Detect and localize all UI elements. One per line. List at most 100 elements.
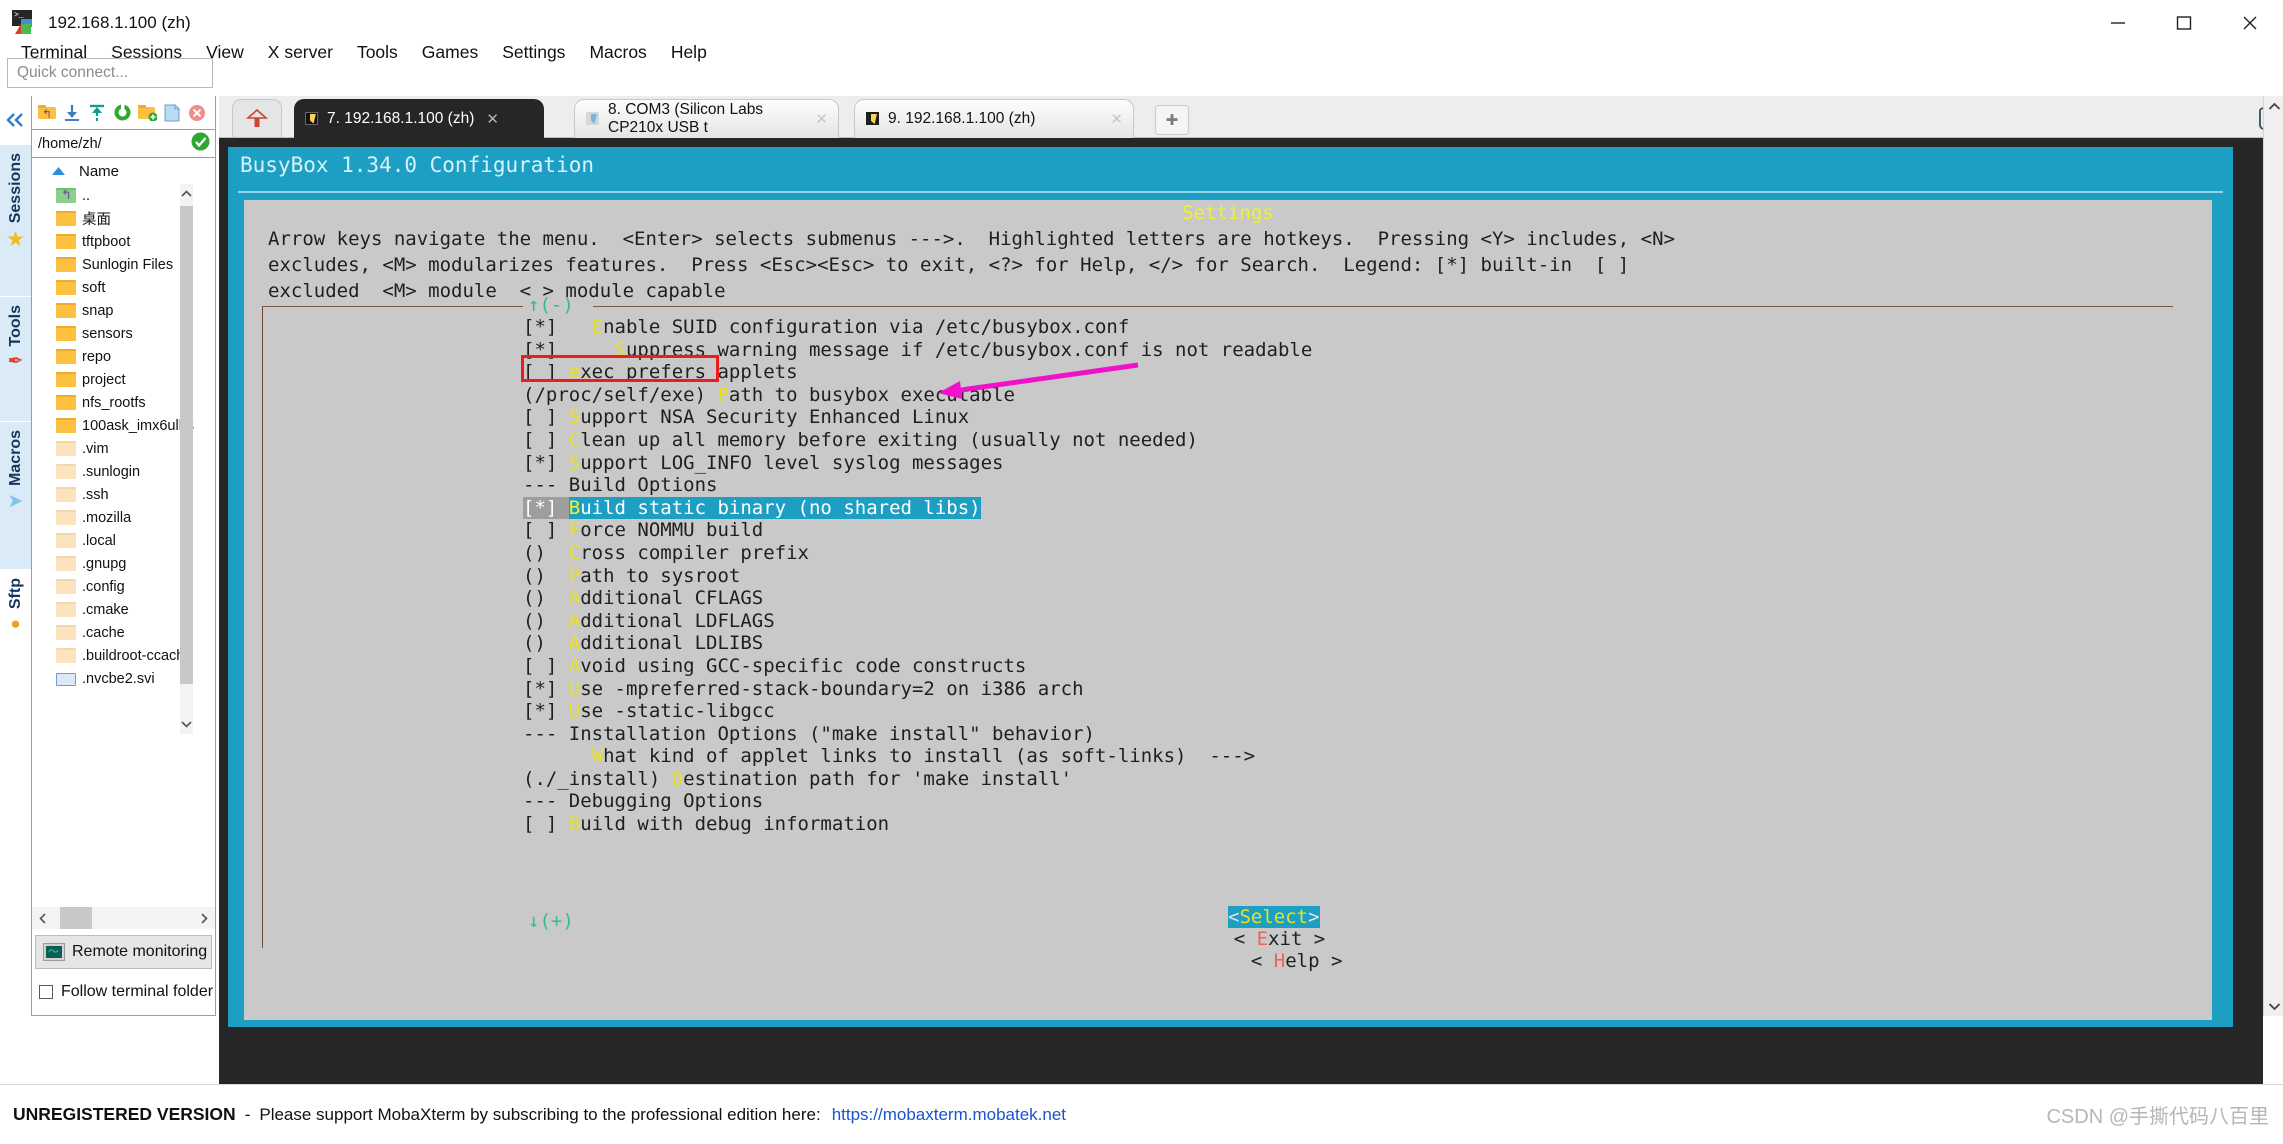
list-item[interactable]: .. <box>32 184 194 207</box>
file-name: repo <box>82 349 111 365</box>
tab-session-8[interactable]: 8. COM3 (Silicon Labs CP210x USB t ✕ <box>574 99 839 138</box>
menu-row: [*] Support LOG_INFO level syslog messag… <box>263 452 2172 475</box>
file-name: .buildroot-ccache <box>82 648 192 664</box>
menu-help[interactable]: Help <box>660 39 718 66</box>
list-item[interactable]: .gnupg <box>32 552 194 575</box>
list-item[interactable]: tftpboot <box>32 230 194 253</box>
sftp-path-value: /home/zh/ <box>38 136 102 152</box>
sftp-path-bar[interactable]: /home/zh/ <box>32 130 215 158</box>
menu-bar: Terminal Sessions View X server Tools Ga… <box>0 34 2283 70</box>
help-button[interactable]: < Help > <box>1251 950 1343 972</box>
file-name: .cache <box>82 625 125 641</box>
terminal-bottom-strip <box>219 1066 2263 1084</box>
tab-session-7[interactable]: 7. 192.168.1.100 (zh) ✕ <box>294 99 544 138</box>
menu-row: () Additional LDFLAGS <box>263 610 2172 633</box>
refresh-icon[interactable] <box>111 102 133 124</box>
folder-icon <box>56 211 76 226</box>
list-item[interactable]: 100ask_imx6ull-sdk <box>32 414 194 437</box>
file-name: tftpboot <box>82 234 130 250</box>
list-item[interactable]: .vim <box>32 437 194 460</box>
delete-icon[interactable] <box>186 102 208 124</box>
rail-group-sessions[interactable]: Sessions ★ <box>0 144 31 296</box>
star-icon: ★ <box>6 229 25 250</box>
menu-games[interactable]: Games <box>411 39 489 66</box>
footer-message: Please support MobaXterm by subscribing … <box>259 1105 820 1125</box>
sftp-file-list[interactable]: .. 桌面 tftpboot Sunlogin Files soft snap … <box>32 184 194 734</box>
menu-macros[interactable]: Macros <box>578 39 657 66</box>
list-item[interactable]: .mozilla <box>32 506 194 529</box>
scroll-up-icon[interactable] <box>180 184 193 204</box>
terminal-view[interactable]: BusyBox 1.34.0 Configuration Settings Ar… <box>219 138 2263 1066</box>
upload-icon[interactable] <box>86 102 108 124</box>
list-item[interactable]: project <box>32 368 194 391</box>
list-item[interactable]: soft <box>32 276 194 299</box>
menu-row: [ ] Build with debug information <box>263 813 2172 836</box>
scroll-down-icon[interactable] <box>180 714 193 734</box>
sftp-vertical-scrollbar[interactable] <box>180 184 193 734</box>
rail-group-macros[interactable]: Macros ➤ <box>0 421 31 569</box>
hscroll-thumb[interactable] <box>60 907 92 929</box>
parent-folder-icon[interactable]: ↰ <box>36 102 58 124</box>
file-name: soft <box>82 280 105 296</box>
select-button[interactable]: <Select> <box>1228 906 1320 928</box>
list-item[interactable]: repo <box>32 345 194 368</box>
new-folder-icon[interactable] <box>136 102 158 124</box>
terminal-scroll-down-icon[interactable] <box>2264 996 2283 1016</box>
folder-icon <box>56 326 76 341</box>
list-item[interactable]: .local <box>32 529 194 552</box>
watermark-label: CSDN @手撕代码八百里 <box>2046 1100 2269 1129</box>
tab-label: 9. 192.168.1.100 (zh) <box>888 110 1035 128</box>
mobaxterm-link[interactable]: https://mobaxterm.mobatek.net <box>832 1105 1066 1125</box>
terminal-icon <box>865 111 881 127</box>
menu-tools[interactable]: Tools <box>346 39 409 66</box>
new-tab-button[interactable]: ✚ <box>1155 105 1189 135</box>
collapse-sidebar-button[interactable] <box>0 96 31 144</box>
tab-session-9[interactable]: 9. 192.168.1.100 (zh) ✕ <box>854 99 1134 138</box>
monitor-icon <box>43 943 65 961</box>
sftp-horizontal-scrollbar[interactable] <box>32 907 215 929</box>
follow-terminal-folder-checkbox[interactable] <box>39 985 53 999</box>
remote-monitoring-button[interactable]: Remote monitoring <box>35 935 212 969</box>
folder-icon <box>56 257 76 272</box>
list-item[interactable]: nfs_rootfs <box>32 391 194 414</box>
rail-group-tools[interactable]: Tools ✒ <box>0 296 31 421</box>
home-tab[interactable] <box>232 99 282 137</box>
list-item[interactable]: .ssh <box>32 483 194 506</box>
menu-rows: [*] Enable SUID configuration via /etc/b… <box>263 316 2172 836</box>
list-item[interactable]: sensors <box>32 322 194 345</box>
scroll-right-icon[interactable] <box>193 913 215 924</box>
terminal-scroll-up-icon[interactable] <box>2264 96 2283 116</box>
path-confirm-icon[interactable] <box>191 132 210 155</box>
file-name: snap <box>82 303 113 319</box>
folder-icon <box>56 234 76 249</box>
scroll-left-icon[interactable] <box>32 913 54 924</box>
scroll-thumb[interactable] <box>180 206 193 684</box>
list-item[interactable]: .buildroot-ccache <box>32 644 194 667</box>
menu-row: () Path to sysroot <box>263 565 2172 588</box>
follow-terminal-folder-row[interactable]: Follow terminal folder <box>32 983 215 1001</box>
list-item[interactable]: 桌面 <box>32 207 194 230</box>
parent-dir-icon <box>56 188 76 203</box>
menu-settings[interactable]: Settings <box>491 39 576 66</box>
exit-button[interactable]: < Exit > <box>1234 928 1326 950</box>
terminal-scrollbar[interactable] <box>2263 96 2283 1016</box>
tab-close-icon[interactable]: ✕ <box>815 110 828 128</box>
sftp-column-header[interactable]: Name <box>32 158 215 184</box>
list-item[interactable]: .cache <box>32 621 194 644</box>
tab-close-icon[interactable]: ✕ <box>1110 110 1123 128</box>
menu-list-box[interactable]: ↑(-) ↓(+) [*] Enable SUID configuration … <box>262 306 2172 948</box>
menu-row: (./_install) Destination path for 'make … <box>263 768 2172 791</box>
menu-row-selected[interactable]: [*] Build static binary (no shared libs) <box>523 497 981 520</box>
list-item[interactable]: .config <box>32 575 194 598</box>
list-item[interactable]: .cmake <box>32 598 194 621</box>
menu-x-server[interactable]: X server <box>257 39 344 66</box>
list-item[interactable]: Sunlogin Files <box>32 253 194 276</box>
download-icon[interactable] <box>61 102 83 124</box>
list-item[interactable]: snap <box>32 299 194 322</box>
rail-group-sftp[interactable]: Sftp ● <box>0 569 31 665</box>
tab-close-icon[interactable]: ✕ <box>486 110 499 128</box>
list-item[interactable]: .nvcbe2.svi <box>32 667 194 690</box>
quick-connect-input[interactable]: Quick connect... <box>7 58 213 88</box>
list-item[interactable]: .sunlogin <box>32 460 194 483</box>
new-file-icon[interactable] <box>161 102 183 124</box>
